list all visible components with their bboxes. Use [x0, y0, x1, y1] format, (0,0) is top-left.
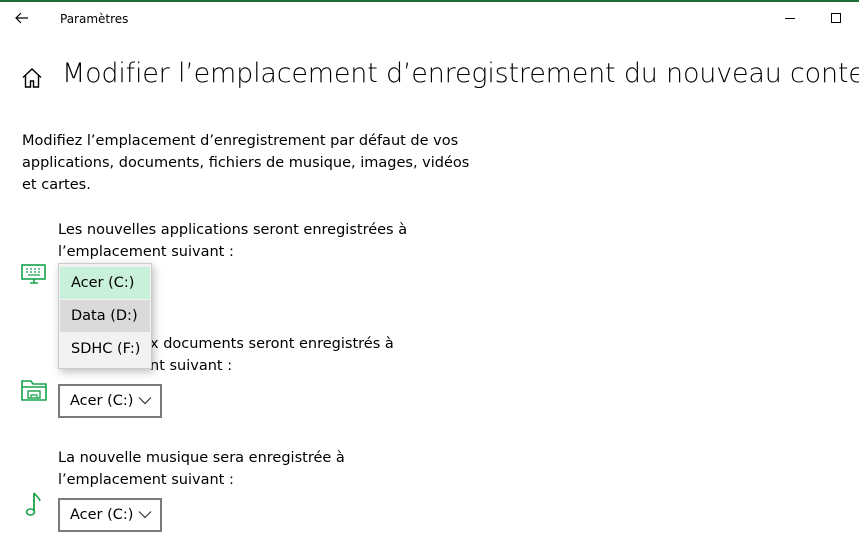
music-note-icon [25, 492, 41, 516]
apps-location-dropdown: Acer (C:) Data (D:) SDHC (F:) [58, 263, 152, 369]
maximize-button[interactable] [813, 2, 859, 34]
folder-drive-icon [21, 380, 47, 401]
dropdown-option-sdhc-f[interactable]: SDHC (F:) [60, 333, 150, 365]
app-title: Paramètres [60, 12, 129, 26]
minimize-icon [785, 18, 795, 19]
back-button[interactable] [6, 4, 38, 32]
dropdown-option-acer-c[interactable]: Acer (C:) [60, 267, 150, 299]
documents-location-label-line2: nt suivant : [150, 358, 233, 374]
home-icon[interactable] [20, 66, 44, 90]
window-controls [767, 2, 859, 34]
maximize-icon [831, 13, 841, 23]
chevron-down-icon [138, 397, 152, 405]
minimize-button[interactable] [767, 2, 813, 34]
dropdown-option-data-d[interactable]: Data (D:) [60, 300, 150, 332]
documents-location-value: Acer (C:) [70, 393, 134, 409]
page-title: Modifier l’emplacement d’enregistrement … [62, 58, 859, 89]
music-location-value: Acer (C:) [70, 507, 134, 523]
documents-location-select[interactable]: Acer (C:) [58, 384, 162, 418]
monitor-icon [21, 264, 46, 284]
documents-location-label: x documents seront enregistrés à [150, 336, 394, 352]
chevron-down-icon [138, 511, 152, 519]
title-bar: Paramètres [0, 2, 859, 34]
music-location-select[interactable]: Acer (C:) [58, 498, 162, 532]
music-location-label: La nouvelle musique sera enregistrée à l… [58, 450, 345, 488]
back-arrow-icon [15, 12, 28, 24]
apps-location-label: Les nouvelles applications seront enregi… [58, 222, 408, 260]
settings-window: Paramètres Modifier l’emplacement d’enre… [0, 0, 859, 547]
page-description: Modifiez l’emplacement d’enregistrement … [22, 133, 470, 193]
